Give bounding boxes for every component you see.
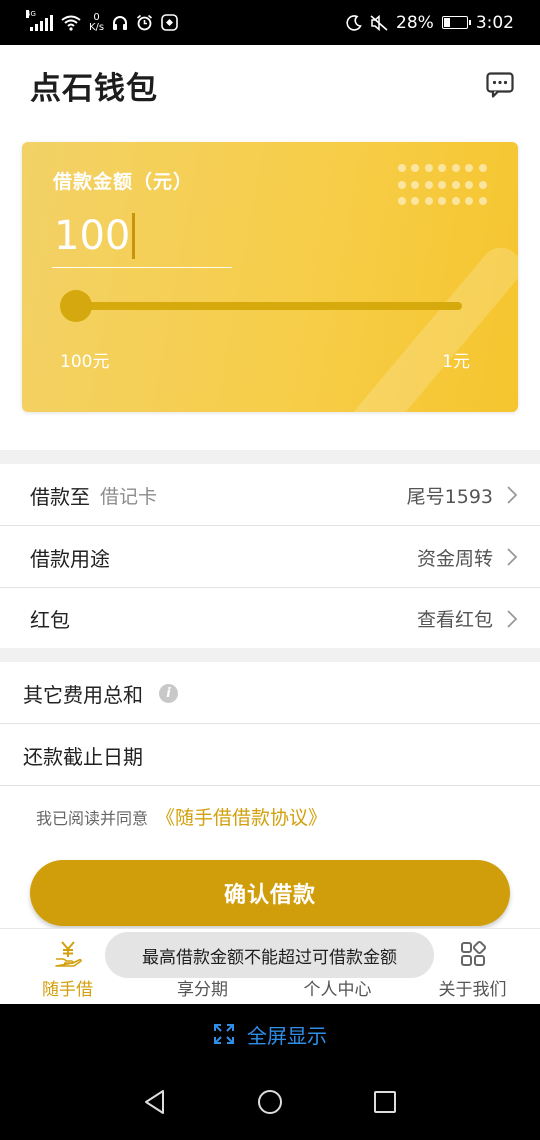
info-icon[interactable]: i bbox=[159, 683, 178, 703]
recents-icon[interactable] bbox=[373, 1090, 397, 1114]
due-date-row: 还款截止日期 bbox=[0, 725, 540, 786]
system-nav-bar bbox=[0, 1064, 540, 1140]
confirm-loan-button[interactable]: 确认借款 bbox=[30, 860, 510, 926]
slider-max-label: 1元 bbox=[442, 352, 470, 372]
wifi-icon bbox=[61, 15, 81, 31]
signal-icon: 4G bbox=[26, 9, 53, 31]
text-caret bbox=[132, 212, 136, 259]
chevron-right-icon bbox=[507, 548, 518, 566]
page-title: 点石钱包 bbox=[30, 71, 158, 107]
tab-label: 关于我们 bbox=[438, 980, 507, 1000]
battery-icon bbox=[441, 16, 471, 29]
agreement-link[interactable]: 《随手借借款协议》 bbox=[156, 803, 327, 830]
alarm-icon bbox=[137, 14, 153, 31]
net-speed: 0 K/s bbox=[89, 11, 105, 33]
tab-label: 享分期 bbox=[177, 980, 228, 1000]
loan-to-label: 借款至 bbox=[30, 484, 90, 509]
red-packet-label: 红包 bbox=[30, 608, 70, 632]
tab-label: 个人中心 bbox=[303, 980, 372, 1000]
dot-pattern bbox=[398, 164, 492, 208]
slider-min-label: 100元 bbox=[60, 352, 110, 372]
loan-amount-card: 借款金额（元） 100 100元 1元 bbox=[22, 142, 518, 412]
card-type-label: 借记卡 bbox=[100, 485, 158, 508]
apps-grid-icon bbox=[458, 939, 488, 969]
red-packet-row[interactable]: 红包 查看红包 bbox=[0, 588, 540, 649]
chevron-right-icon bbox=[507, 486, 518, 504]
agreement-text: 我已阅读并同意 bbox=[36, 808, 149, 828]
loan-purpose-row[interactable]: 借款用途 资金周转 bbox=[0, 527, 540, 588]
fullscreen-bar[interactable]: 全屏显示 bbox=[0, 1004, 540, 1064]
chat-bubble-icon[interactable] bbox=[486, 72, 514, 98]
toast-message: 最高借款金额不能超过可借款金额 bbox=[105, 932, 434, 978]
loan-purpose-value: 资金周转 bbox=[416, 547, 493, 570]
due-date-label: 还款截止日期 bbox=[23, 744, 143, 769]
view-red-packet-link: 查看红包 bbox=[416, 609, 493, 631]
other-fees-row: 其它费用总和 i bbox=[0, 663, 540, 724]
loan-purpose-label: 借款用途 bbox=[30, 546, 110, 571]
section-divider bbox=[0, 450, 540, 464]
tab-label: 随手借 bbox=[42, 980, 93, 1000]
battery-percent: 28% bbox=[396, 12, 434, 33]
fullscreen-label: 全屏显示 bbox=[247, 1023, 327, 1048]
amount-value: 100 bbox=[54, 212, 131, 259]
chevron-right-icon bbox=[507, 609, 518, 628]
app-header: 点石钱包 bbox=[0, 45, 540, 125]
amount-slider-thumb[interactable] bbox=[60, 290, 92, 322]
card-tail-number: 尾号1593 bbox=[406, 485, 493, 508]
app-notification-icon bbox=[161, 14, 178, 31]
status-bar: 4G 0 K/s 28% 3:02 bbox=[0, 0, 540, 45]
amount-input[interactable]: 100 bbox=[52, 204, 232, 268]
home-icon[interactable] bbox=[257, 1089, 283, 1115]
amount-slider-track[interactable] bbox=[76, 302, 462, 310]
clock: 3:02 bbox=[475, 12, 514, 33]
other-fees-label: 其它费用总和 bbox=[23, 682, 143, 707]
agreement-line: 我已阅读并同意 《随手借借款协议》 bbox=[36, 803, 327, 830]
amount-label: 借款金额（元） bbox=[53, 171, 194, 193]
moon-icon bbox=[346, 14, 362, 31]
yen-hand-icon bbox=[53, 939, 83, 969]
card-decoration bbox=[331, 239, 518, 412]
back-icon[interactable] bbox=[143, 1089, 167, 1115]
expand-icon bbox=[214, 1024, 234, 1044]
mute-icon bbox=[370, 14, 388, 31]
section-divider bbox=[0, 648, 540, 662]
headset-icon bbox=[113, 15, 128, 30]
loan-to-row[interactable]: 借款至 借记卡 尾号1593 bbox=[0, 465, 540, 526]
